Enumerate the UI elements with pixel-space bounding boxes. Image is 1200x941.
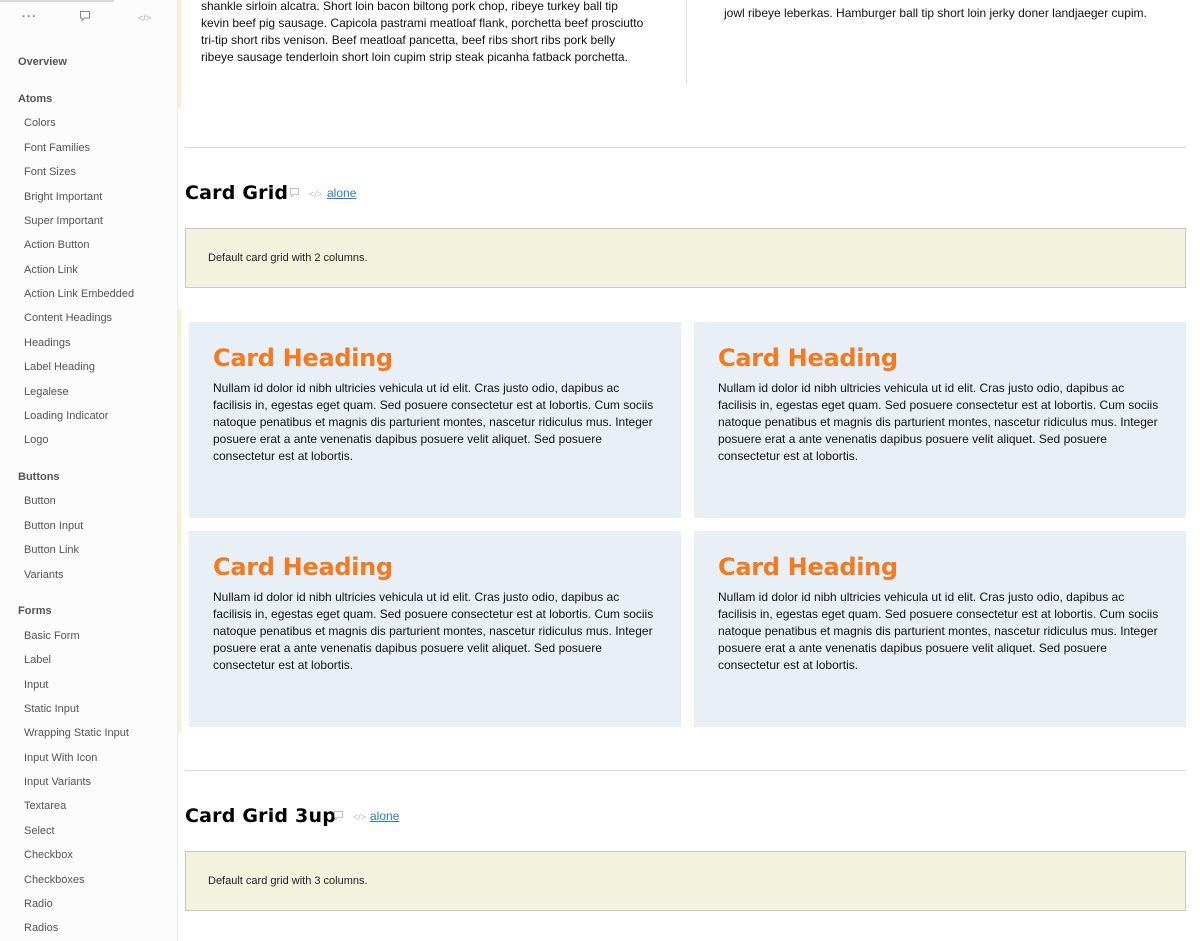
pattern-rule — [178, 309, 181, 733]
sidebar-group-atoms: Atoms — [18, 93, 53, 105]
sidebar-item-radios[interactable]: Radios — [24, 922, 58, 934]
code-icon[interactable]: </> — [138, 10, 151, 26]
sidebar-item-label[interactable]: Label — [24, 654, 51, 666]
more-menu-button[interactable]: ··· — [22, 8, 37, 24]
sidebar-item-radio[interactable]: Radio — [24, 898, 53, 910]
sidebar-item-legalese[interactable]: Legalese — [24, 386, 69, 398]
comment-icon[interactable] — [79, 10, 91, 26]
code-icon[interactable]: </> — [309, 189, 322, 199]
card-heading: Card Heading — [213, 553, 393, 581]
top-right-text: jowl ribeye leberkas. Hamburger ball tip… — [724, 6, 1147, 20]
sidebar-item-colors[interactable]: Colors — [24, 117, 56, 129]
sidebar-toolbar: ··· </> — [0, 0, 177, 36]
card: Card Heading Nullam id dolor id nibh ult… — [189, 322, 681, 518]
sidebar-item-input-variants[interactable]: Input Variants — [24, 776, 91, 788]
alone-link[interactable]: alone — [370, 809, 399, 823]
sidebar-item-static-input[interactable]: Static Input — [24, 703, 79, 715]
alone-link[interactable]: alone — [327, 186, 356, 200]
sidebar-item-input[interactable]: Input — [24, 679, 48, 691]
sidebar-group-buttons: Buttons — [18, 471, 60, 483]
code-icon[interactable]: </> — [353, 812, 366, 822]
card-body: Nullam id dolor id nibh ultricies vehicu… — [213, 381, 654, 463]
sidebar-item-textarea[interactable]: Textarea — [24, 800, 66, 812]
card-body: Nullam id dolor id nibh ultricies vehicu… — [718, 590, 1159, 672]
sidebar-item-headings[interactable]: Headings — [24, 337, 70, 349]
sidebar-item-action-button[interactable]: Action Button — [24, 239, 89, 251]
comment-icon[interactable] — [289, 187, 300, 200]
comment-icon[interactable] — [333, 810, 344, 823]
main-content: shankle sirloin alcatra. Short loin baco… — [178, 0, 1200, 941]
sidebar-item-checkbox[interactable]: Checkbox — [24, 849, 73, 861]
sidebar-item-super-important[interactable]: Super Important — [24, 215, 103, 227]
sidebar-group-forms: Forms — [18, 605, 52, 617]
sidebar-item-font-families[interactable]: Font Families — [24, 142, 90, 154]
card: Card Heading Nullam id dolor id nibh ult… — [694, 322, 1186, 518]
card-heading: Card Heading — [213, 344, 393, 372]
sidebar-item-wrapping-static-input[interactable]: Wrapping Static Input — [24, 727, 129, 739]
sidebar: ··· </> Overview Atoms Colors Font Famil… — [0, 0, 178, 941]
sidebar-item-variants[interactable]: Variants — [24, 569, 64, 581]
card-body: Nullam id dolor id nibh ultricies vehicu… — [213, 590, 654, 672]
sidebar-item-overview[interactable]: Overview — [18, 56, 67, 68]
card: Card Heading Nullam id dolor id nibh ult… — [189, 531, 681, 727]
sidebar-item-button-link[interactable]: Button Link — [24, 544, 79, 556]
sidebar-item-bright-important[interactable]: Bright Important — [24, 191, 102, 203]
sidebar-item-action-link-embedded[interactable]: Action Link Embedded — [24, 288, 134, 300]
sidebar-item-action-link[interactable]: Action Link — [24, 264, 78, 276]
sidebar-item-loading-indicator[interactable]: Loading Indicator — [24, 410, 108, 422]
sidebar-item-content-headings[interactable]: Content Headings — [24, 312, 112, 324]
sidebar-item-button[interactable]: Button — [24, 495, 56, 507]
card-body: Nullam id dolor id nibh ultricies vehicu… — [718, 381, 1159, 463]
section-divider — [185, 147, 1186, 148]
pattern-rule — [178, 0, 181, 108]
section-title-card-grid: Card Grid — [185, 182, 289, 204]
section-title-card-grid-3up: Card Grid 3up — [185, 805, 336, 827]
sidebar-item-input-with-icon[interactable]: Input With Icon — [24, 752, 97, 764]
section-description: Default card grid with 2 columns. — [185, 228, 1186, 288]
active-tab-indicator — [0, 0, 114, 2]
sidebar-item-select[interactable]: Select — [24, 825, 55, 837]
card: Card Heading Nullam id dolor id nibh ult… — [694, 531, 1186, 727]
column-divider — [686, 0, 687, 84]
sidebar-item-label-heading[interactable]: Label Heading — [24, 361, 95, 373]
sidebar-item-logo[interactable]: Logo — [24, 434, 48, 446]
sidebar-item-checkboxes[interactable]: Checkboxes — [24, 874, 85, 886]
section-description: Default card grid with 3 columns. — [185, 851, 1186, 911]
card-heading: Card Heading — [718, 553, 898, 581]
top-left-text: shankle sirloin alcatra. Short loin baco… — [201, 0, 644, 64]
card-heading: Card Heading — [718, 344, 898, 372]
sidebar-item-basic-form[interactable]: Basic Form — [24, 630, 80, 642]
sidebar-item-button-input[interactable]: Button Input — [24, 520, 83, 532]
sidebar-item-font-sizes[interactable]: Font Sizes — [24, 166, 76, 178]
section-divider — [185, 770, 1186, 771]
